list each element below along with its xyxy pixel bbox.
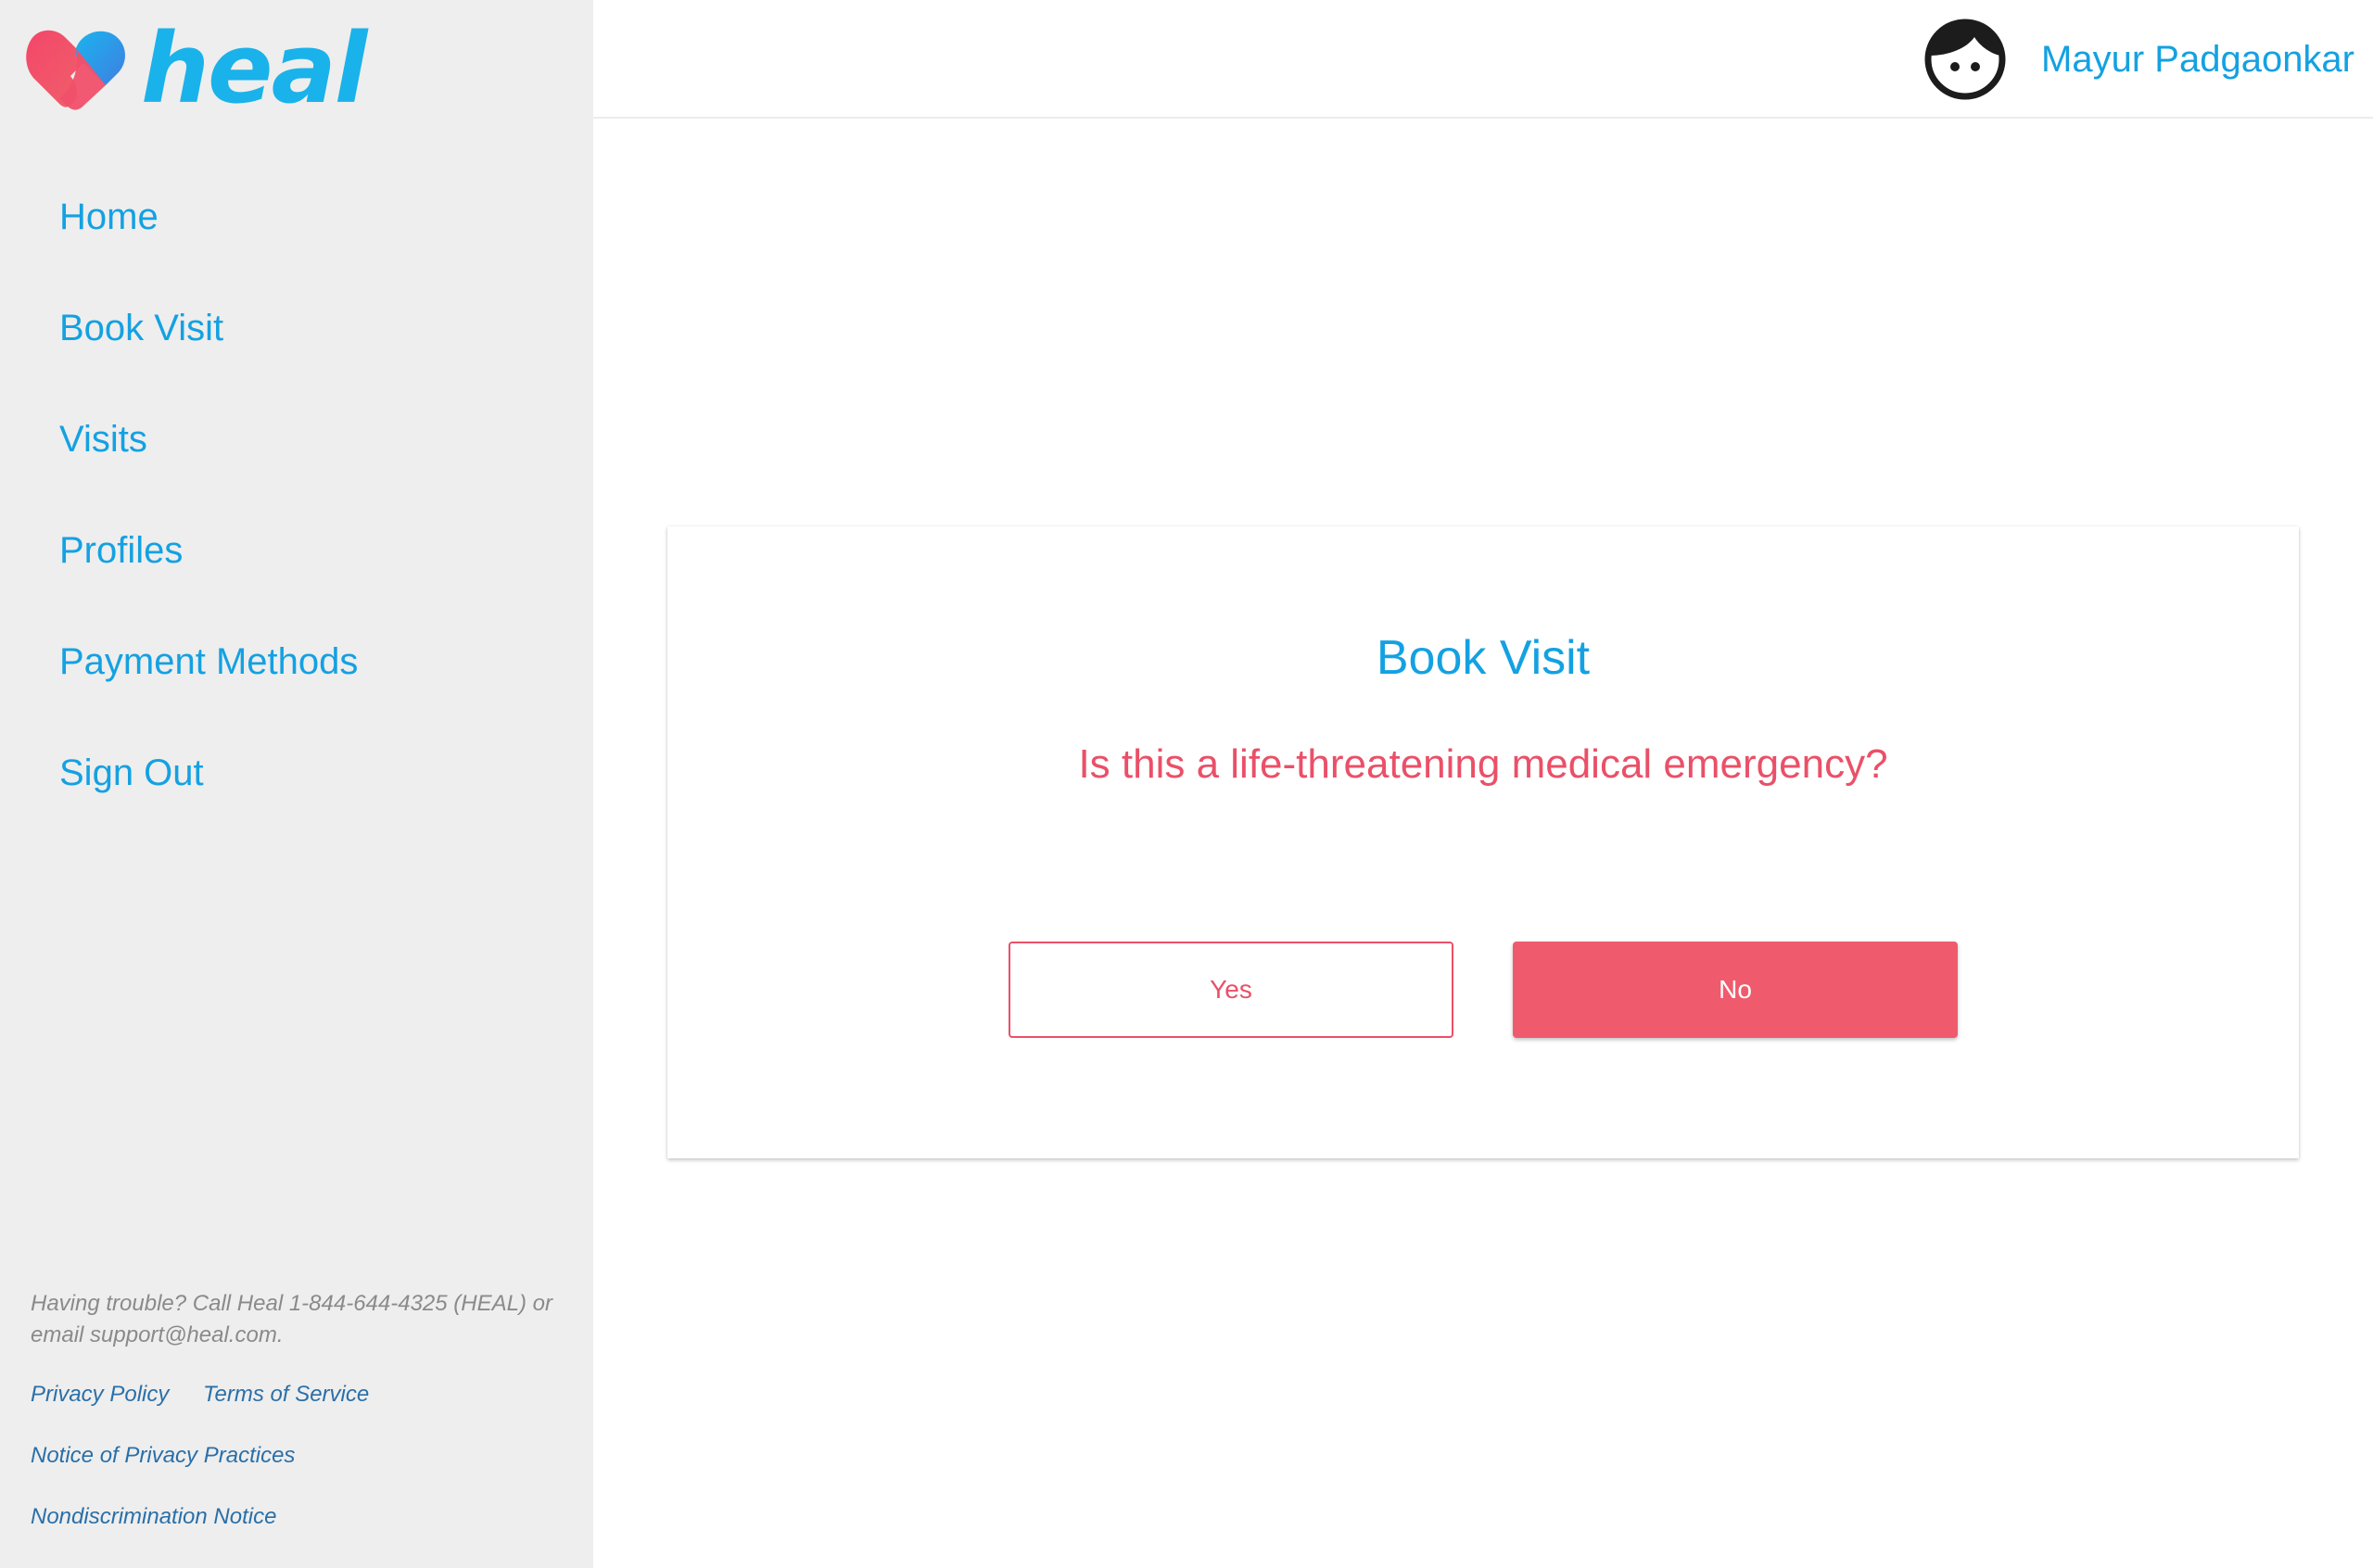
footer-row: Notice of Privacy Practices xyxy=(31,1440,568,1501)
no-button[interactable]: No xyxy=(1513,942,1958,1038)
emergency-question: Is this a life-threatening medical emerg… xyxy=(1078,741,1888,787)
sidebar-item-payment-methods[interactable]: Payment Methods xyxy=(0,626,593,738)
app-root: heal Home Book Visit Visits Profiles Pay… xyxy=(0,0,2373,1568)
nondiscrimination-notice-link[interactable]: Nondiscrimination Notice xyxy=(31,1504,276,1529)
top-header: Mayur Padgaonkar xyxy=(593,0,2373,119)
page-title: Book Visit xyxy=(1376,631,1591,685)
user-name: Mayur Padgaonkar xyxy=(2041,38,2354,80)
privacy-policy-link[interactable]: Privacy Policy xyxy=(31,1382,169,1407)
help-text: Having trouble? Call Heal 1-844-644-4325… xyxy=(31,1291,552,1347)
sidebar-item-book-visit[interactable]: Book Visit xyxy=(0,293,593,404)
user-menu[interactable]: Mayur Padgaonkar xyxy=(1924,19,2354,100)
heal-logo[interactable]: heal xyxy=(26,20,367,117)
sidebar-item-profiles[interactable]: Profiles xyxy=(0,515,593,626)
notice-of-privacy-practices-link[interactable]: Notice of Privacy Practices xyxy=(31,1443,295,1468)
sidebar-footer: Having trouble? Call Heal 1-844-644-4325… xyxy=(31,1288,568,1562)
sidebar: heal Home Book Visit Visits Profiles Pay… xyxy=(0,0,593,1568)
footer-row: Nondiscrimination Notice xyxy=(31,1501,568,1562)
footer-links: Privacy Policy Terms of Service Notice o… xyxy=(31,1379,568,1562)
heart-logo-icon xyxy=(26,30,125,110)
sidebar-nav: Home Book Visit Visits Profiles Payment … xyxy=(0,182,593,849)
face-avatar-icon xyxy=(1924,19,2006,100)
sidebar-item-visits[interactable]: Visits xyxy=(0,404,593,515)
book-visit-card: Book Visit Is this a life-threatening me… xyxy=(667,526,2299,1158)
sidebar-item-home[interactable]: Home xyxy=(0,182,593,293)
yes-button[interactable]: Yes xyxy=(1009,942,1453,1038)
footer-row: Privacy Policy Terms of Service xyxy=(31,1379,568,1440)
brand-wordmark: heal xyxy=(141,12,367,125)
terms-of-service-link[interactable]: Terms of Service xyxy=(203,1382,369,1407)
sidebar-item-sign-out[interactable]: Sign Out xyxy=(0,738,593,849)
